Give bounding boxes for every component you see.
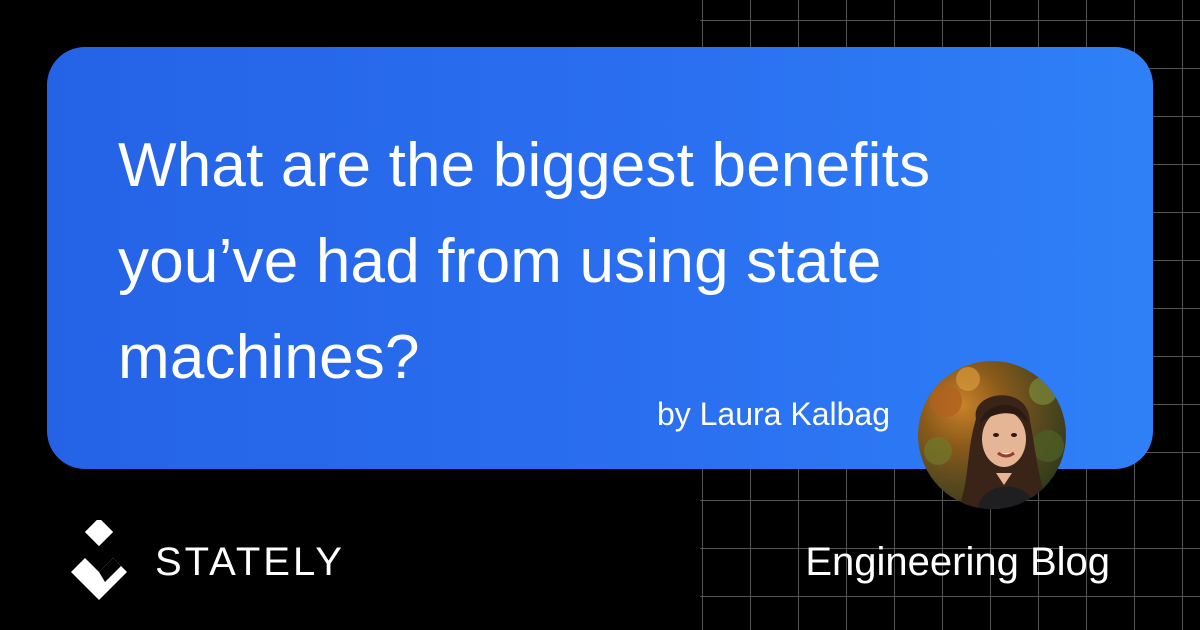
post-title: What are the biggest benefits you’ve had…: [118, 131, 931, 393]
stately-logo-icon: [67, 517, 137, 600]
author-byline: by Laura Kalbag: [656, 396, 890, 432]
brand-name: STATELY: [155, 540, 345, 584]
author-avatar: [918, 361, 1066, 509]
section-label: Engineering Blog: [805, 540, 1110, 584]
